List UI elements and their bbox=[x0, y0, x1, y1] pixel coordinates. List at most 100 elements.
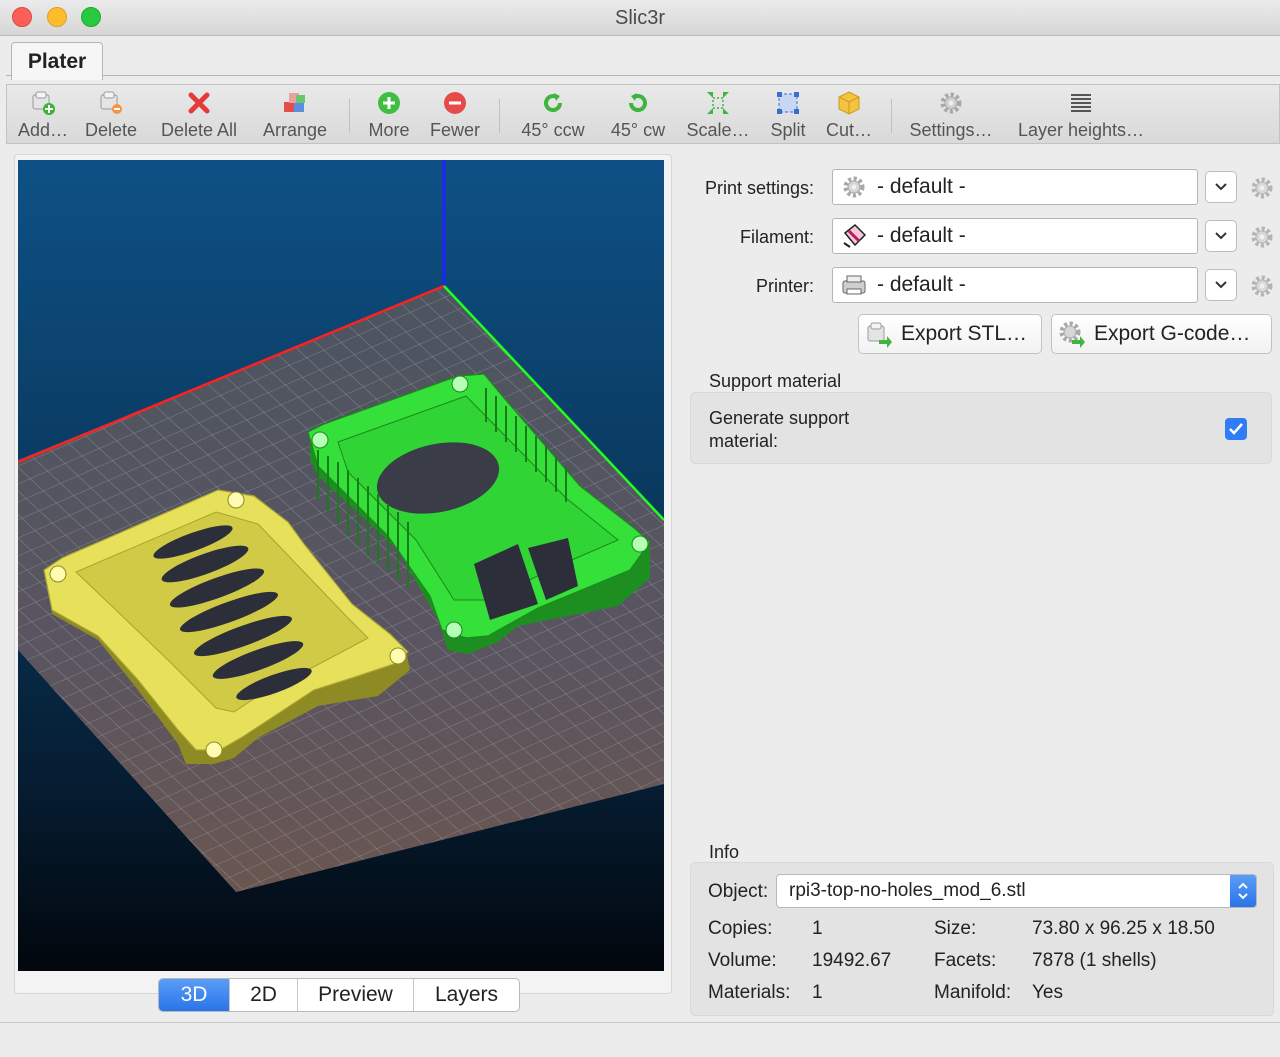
toolbar-separator bbox=[891, 99, 892, 133]
chevron-down-icon bbox=[1215, 281, 1227, 289]
layers-icon bbox=[1068, 90, 1094, 116]
manifold-value: Yes bbox=[1032, 982, 1063, 1003]
gear-icon bbox=[1251, 226, 1273, 248]
rotate-cw-button-label: 45° cw bbox=[610, 120, 666, 140]
gear-icon bbox=[1251, 177, 1273, 199]
scale-button[interactable]: Scale… bbox=[685, 87, 751, 143]
volume-label: Volume: bbox=[708, 950, 777, 971]
copies-value: 1 bbox=[812, 918, 823, 939]
delete-all-button[interactable]: Delete All bbox=[153, 87, 245, 143]
printer-combo[interactable]: - default - bbox=[832, 267, 1198, 303]
gear-icon bbox=[1251, 275, 1273, 297]
print-settings-value: - default - bbox=[877, 175, 966, 198]
object-select-stepper[interactable] bbox=[1230, 875, 1256, 907]
size-value: 73.80 x 96.25 x 18.50 bbox=[1032, 918, 1215, 939]
rotate-ccw-icon bbox=[540, 90, 566, 116]
tab-plater[interactable]: Plater bbox=[11, 42, 103, 80]
size-label: Size: bbox=[934, 918, 977, 939]
rotate-ccw-button-label: 45° ccw bbox=[521, 120, 585, 140]
printer-dropdown-button[interactable] bbox=[1205, 269, 1237, 301]
export-gcode-label: Export G-code… bbox=[1094, 322, 1251, 345]
object-select[interactable]: rpi3-top-no-holes_mod_6.stl bbox=[776, 874, 1257, 908]
filament-combo[interactable]: - default - bbox=[832, 218, 1198, 254]
generate-support-checkbox[interactable] bbox=[1225, 418, 1247, 440]
chevron-down-icon bbox=[1215, 232, 1227, 240]
printer-icon bbox=[841, 272, 867, 298]
facets-label: Facets: bbox=[934, 950, 997, 971]
delete-object-icon bbox=[98, 90, 124, 116]
more-button-label: More bbox=[368, 120, 410, 140]
object-select-value: rpi3-top-no-holes_mod_6.stl bbox=[789, 880, 1026, 901]
filament-edit-button[interactable] bbox=[1248, 223, 1276, 251]
filament-label: Filament: bbox=[739, 227, 814, 247]
tab-preview[interactable]: Preview bbox=[297, 979, 413, 1011]
cut-button[interactable]: Cut… bbox=[821, 87, 877, 143]
filament-value: - default - bbox=[877, 224, 966, 247]
filament-dropdown-button[interactable] bbox=[1205, 220, 1237, 252]
tab-layers[interactable]: Layers bbox=[413, 979, 519, 1011]
delete-all-icon bbox=[186, 90, 212, 116]
delete-button[interactable]: Delete bbox=[79, 87, 143, 143]
title-bar: Slic3r bbox=[0, 0, 1280, 36]
split-button[interactable]: Split bbox=[763, 87, 813, 143]
rotate-cw-button[interactable]: 45° cw bbox=[605, 87, 671, 143]
tab-row: Plater bbox=[0, 36, 1280, 80]
fewer-button-label: Fewer bbox=[429, 120, 480, 140]
cut-button-label: Cut… bbox=[825, 120, 872, 140]
split-icon bbox=[775, 90, 801, 116]
printer-label: Printer: bbox=[755, 276, 814, 296]
export-stl-button[interactable]: Export STL… bbox=[858, 314, 1042, 354]
settings-button-label: Settings… bbox=[909, 120, 993, 140]
split-button-label: Split bbox=[770, 120, 806, 140]
3d-viewport[interactable] bbox=[18, 160, 664, 971]
checkmark-icon bbox=[1229, 423, 1243, 435]
scale-button-label: Scale… bbox=[686, 120, 750, 140]
gear-icon bbox=[938, 90, 964, 116]
toolbar-separator bbox=[349, 99, 350, 133]
window-title: Slic3r bbox=[614, 7, 665, 29]
print-settings-dropdown-button[interactable] bbox=[1205, 171, 1237, 203]
print-settings-combo[interactable]: - default - bbox=[832, 169, 1198, 205]
minus-circle-icon bbox=[442, 90, 468, 116]
cut-icon bbox=[836, 90, 862, 116]
toolbar-separator bbox=[499, 99, 500, 133]
view-mode-tabs: 3D 2D Preview Layers bbox=[158, 978, 520, 1012]
tab-2d[interactable]: 2D bbox=[229, 979, 297, 1011]
gear-icon bbox=[841, 174, 867, 200]
export-gcode-button[interactable]: Export G-code… bbox=[1051, 314, 1272, 354]
print-settings-edit-button[interactable] bbox=[1248, 174, 1276, 202]
settings-button[interactable]: Settings… bbox=[905, 87, 997, 143]
tab-divider bbox=[6, 75, 1280, 76]
info-title: Info bbox=[709, 842, 740, 862]
materials-value: 1 bbox=[812, 982, 823, 1003]
fewer-button[interactable]: Fewer bbox=[425, 87, 485, 143]
filament-spool-icon bbox=[841, 223, 867, 249]
printer-edit-button[interactable] bbox=[1248, 272, 1276, 300]
facets-value: 7878 (1 shells) bbox=[1032, 950, 1157, 971]
add-button-label: Add… bbox=[17, 120, 69, 140]
chevron-down-icon bbox=[1215, 183, 1227, 191]
rotate-cw-icon bbox=[625, 90, 651, 116]
arrange-button-label: Arrange bbox=[262, 120, 328, 140]
status-bar bbox=[0, 1022, 1280, 1057]
print-settings-label: Print settings: bbox=[704, 178, 814, 198]
volume-value: 19492.67 bbox=[812, 950, 892, 971]
generate-support-label: Generate support material: bbox=[709, 408, 850, 451]
layer-heights-button[interactable]: Layer heights… bbox=[1011, 87, 1151, 143]
arrange-button[interactable]: Arrange bbox=[257, 87, 333, 143]
support-material-group: Generate support material: bbox=[690, 392, 1272, 464]
plus-circle-icon bbox=[376, 90, 402, 116]
support-material-title: Support material bbox=[709, 371, 842, 391]
rotate-ccw-button[interactable]: 45° ccw bbox=[513, 87, 593, 143]
materials-label: Materials: bbox=[708, 982, 791, 1003]
up-down-chevron-icon bbox=[1238, 882, 1248, 900]
layer-heights-button-label: Layer heights… bbox=[1017, 120, 1145, 140]
tab-3d[interactable]: 3D bbox=[159, 979, 229, 1011]
printer-value: - default - bbox=[877, 273, 966, 296]
export-gcode-icon bbox=[1058, 320, 1086, 348]
export-stl-label: Export STL… bbox=[901, 322, 1028, 345]
arrange-icon bbox=[282, 90, 308, 116]
toolbar: Add… Delete Delete All Arrange More Fewe… bbox=[6, 84, 1280, 144]
add-button[interactable]: Add… bbox=[11, 87, 75, 143]
more-button[interactable]: More bbox=[361, 87, 417, 143]
